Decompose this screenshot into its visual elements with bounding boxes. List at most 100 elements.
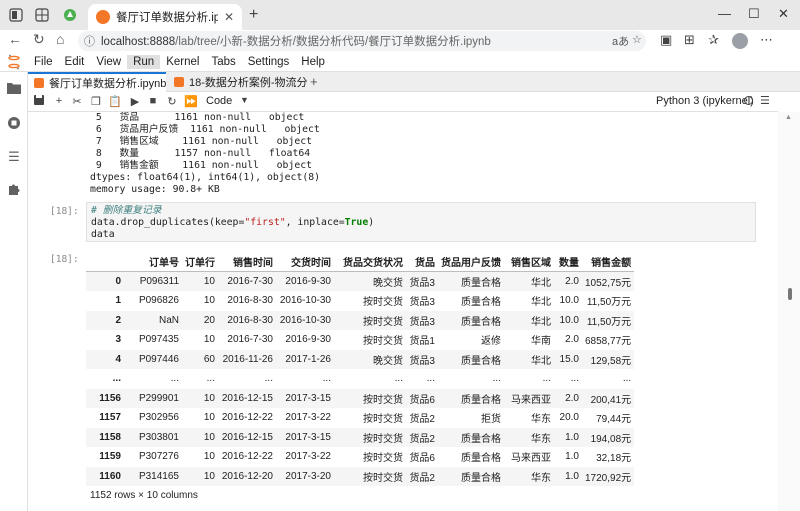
- file-browser-icon[interactable]: [7, 82, 21, 96]
- read-aloud-icon[interactable]: aあ: [612, 33, 629, 49]
- table-cell: 质量合格: [461, 278, 501, 289]
- table-cell: 华北: [531, 297, 551, 309]
- minimize-icon[interactable]: —: [718, 6, 731, 21]
- favorite-star-icon[interactable]: ☆: [632, 33, 642, 46]
- new-launcher-icon[interactable]: +: [310, 74, 318, 89]
- table-cell: 1720,92元: [585, 472, 632, 484]
- table-cell: 2.0: [565, 392, 579, 404]
- cell-type-select[interactable]: Code: [206, 95, 232, 107]
- table-cell: 32,18元: [596, 453, 632, 465]
- menu-file[interactable]: File: [28, 55, 59, 69]
- paste-icon[interactable]: 📋: [108, 95, 122, 108]
- table-cell: 质量合格: [461, 355, 501, 367]
- table-cell: 2016-8-30: [227, 314, 273, 326]
- table-cell: ...: [622, 373, 632, 385]
- jupyter-logo-icon[interactable]: [8, 54, 20, 70]
- menu-kernel[interactable]: Kernel: [160, 55, 205, 69]
- scroll-up-icon[interactable]: ▲: [785, 114, 792, 121]
- table-row: 1160 P314165 10 2016-12-20 2017-3-20 按时交货 货品2 质…: [86, 466, 635, 486]
- output-prompt: [18]:: [50, 254, 79, 265]
- table-cell: 2016-10-30: [279, 295, 331, 307]
- scrollbar-thumb[interactable]: [788, 288, 792, 300]
- table-cell: 10: [203, 276, 215, 287]
- insert-cell-icon[interactable]: +: [52, 95, 66, 107]
- table-cell: 2.0: [565, 276, 579, 287]
- table-cell: 按时交货: [363, 316, 403, 328]
- table-cell: 10: [203, 451, 215, 463]
- cut-icon[interactable]: ✂: [70, 95, 84, 108]
- table-cell: 20: [203, 314, 215, 326]
- refresh-icon[interactable]: ↻: [33, 31, 45, 48]
- table-cell: 质量合格: [461, 433, 501, 445]
- row-index: 0: [115, 276, 121, 287]
- user-avatar[interactable]: [732, 33, 748, 49]
- url-input[interactable]: ⓘ localhost:8888/lab/tree/小新-数据分析/数据分析代码…: [78, 31, 646, 51]
- restart-run-all-icon[interactable]: ⏩: [184, 95, 198, 108]
- table-cell: 2017-3-15: [285, 392, 331, 404]
- menu-settings[interactable]: Settings: [242, 55, 296, 69]
- collections-icon[interactable]: ⊞: [684, 32, 695, 48]
- running-kernels-icon[interactable]: [7, 116, 21, 130]
- table-cell: 货品3: [409, 297, 435, 309]
- new-tab-icon[interactable]: +: [249, 6, 258, 24]
- table-cell: 2016-12-15: [221, 431, 273, 443]
- table-row: .................................: [86, 369, 634, 389]
- copy-icon[interactable]: ❐: [89, 95, 103, 108]
- column-header: 货品用户反馈: [438, 252, 504, 272]
- doc-tab-restaurant-orders[interactable]: 餐厅订单数据分析.ipynb ✕: [28, 72, 166, 92]
- table-row: 1158 P303801 10 2016-12-15 2017-3-15 按时交货 货品2 质…: [86, 427, 635, 447]
- back-icon[interactable]: ←: [8, 31, 22, 47]
- info-output-line: 8 数量 1157 non-null float64: [90, 148, 311, 159]
- workspaces-icon[interactable]: [34, 7, 50, 23]
- address-bar-row: ← ↻ ⌂ ⓘ localhost:8888/lab/tree/小新-数据分析/…: [0, 30, 800, 52]
- menu-edit[interactable]: Edit: [59, 55, 91, 69]
- browser-profile-icon[interactable]: [8, 7, 24, 23]
- table-cell: ...: [426, 373, 435, 385]
- code-keyword: True: [344, 217, 369, 228]
- code-cell-editor[interactable]: # 删除重复记录 data.drop_duplicates(keep="firs…: [86, 202, 756, 242]
- browser-titlebar: 餐厅订单数据分析.ipynb (2) - Jupyter ✕ + — ☐ ✕: [0, 0, 800, 30]
- table-header-row: 订单号 订单行 销售时间 交货时间 货品交货状况 货品 货品用户反馈 销售区域 …: [86, 252, 635, 272]
- table-cell: 2017-3-20: [285, 470, 331, 482]
- table-row: 4 P097446 60 2016-11-26 2017-1-26 晚交货 货品3 质量合格 华…: [86, 349, 635, 369]
- browser-tab-active[interactable]: 餐厅订单数据分析.ipynb (2) - Jupyter ✕: [88, 4, 242, 30]
- settings-more-icon[interactable]: ⋯: [760, 32, 773, 48]
- favorites-icon[interactable]: ✰: [708, 32, 719, 48]
- save-icon[interactable]: [32, 95, 46, 108]
- run-icon[interactable]: ▶: [128, 95, 142, 108]
- table-cell: 20.0: [559, 412, 579, 424]
- notebook-menu-icon[interactable]: ☰: [760, 94, 770, 107]
- kernel-name[interactable]: Python 3 (ipykernel): [656, 95, 754, 107]
- code-token: data.drop_duplicates(keep=: [91, 217, 245, 228]
- table-cell: 2.0: [565, 334, 579, 346]
- interrupt-icon[interactable]: ■: [146, 95, 160, 107]
- menu-run[interactable]: Run: [127, 55, 161, 69]
- dataframe-table: 订单号 订单行 销售时间 交货时间 货品交货状况 货品 货品用户反馈 销售区域 …: [86, 252, 635, 486]
- close-tab-icon[interactable]: ✕: [224, 10, 234, 24]
- site-info-icon[interactable]: ⓘ: [84, 33, 95, 49]
- table-of-contents-icon[interactable]: ☰: [7, 150, 21, 164]
- table-cell: 2016-10-30: [279, 314, 331, 326]
- close-window-icon[interactable]: ✕: [778, 6, 789, 22]
- menu-help[interactable]: Help: [295, 55, 331, 69]
- dataframe-shape: 1152 rows × 10 columns: [90, 490, 198, 501]
- restart-icon[interactable]: ↻: [165, 95, 179, 108]
- menu-tabs[interactable]: Tabs: [205, 55, 241, 69]
- table-cell: ...: [570, 373, 579, 385]
- chevron-down-icon[interactable]: ▼: [240, 95, 249, 105]
- table-cell: 2017-1-26: [285, 353, 331, 365]
- menu-view[interactable]: View: [90, 55, 127, 69]
- notebook-scrollbar[interactable]: ▲: [778, 112, 800, 511]
- doc-tab-logistics[interactable]: 18-数据分析案例-物流分析.ip ✕: [168, 72, 308, 92]
- table-cell: 华北: [531, 316, 551, 328]
- maximize-icon[interactable]: ☐: [748, 6, 760, 22]
- extensions-icon[interactable]: [7, 182, 21, 196]
- split-screen-icon[interactable]: ▣: [660, 32, 672, 48]
- home-icon[interactable]: ⌂: [56, 31, 64, 47]
- pinned-tab-icon[interactable]: [62, 7, 78, 23]
- table-cell: 2016-11-26: [222, 353, 273, 365]
- code-comment: # 删除重复记录: [91, 205, 162, 216]
- menubar: File Edit View Run Kernel Tabs Settings …: [28, 55, 331, 69]
- table-cell: ...: [492, 373, 501, 385]
- table-cell: 质量合格: [461, 316, 501, 328]
